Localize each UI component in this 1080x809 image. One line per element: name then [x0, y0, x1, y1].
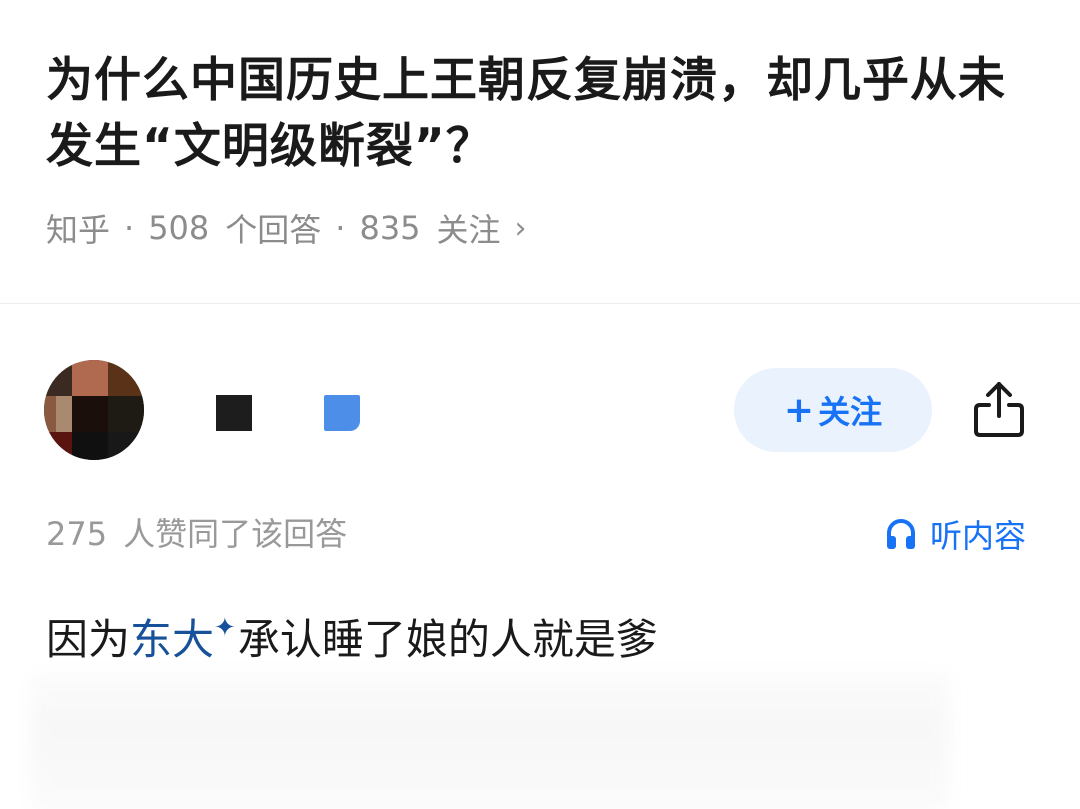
source-label: 知乎: [46, 211, 111, 249]
blurred-content: [30, 672, 950, 809]
answer-text: 因为东大✦承认睡了娘的人就是爹: [46, 598, 658, 664]
meta-separator: ·: [335, 209, 346, 247]
question-meta[interactable]: 知乎 · 508 个回答 · 835 关注 ›: [46, 206, 527, 250]
author-avatar[interactable]: [44, 360, 144, 460]
follow-count-unit: 关注: [436, 211, 501, 249]
listen-button[interactable]: 听内容: [884, 512, 1026, 556]
badge-icon: [324, 395, 360, 431]
chevron-right-icon: ›: [514, 210, 527, 246]
question-title[interactable]: 为什么中国历史上王朝反复崩溃，却几乎从未发生“文明级断裂”？: [46, 48, 1036, 180]
meta-separator: ·: [124, 209, 135, 247]
avatar-pixel: [72, 432, 108, 460]
answer-count-unit: 个回答: [225, 211, 322, 249]
plus-icon: +: [783, 389, 815, 431]
upvote-count: 275: [46, 515, 108, 553]
redacted-block: [216, 395, 252, 431]
answer-count: 508: [148, 209, 210, 247]
avatar-pixel: [108, 432, 144, 460]
headphones-icon: [887, 519, 915, 549]
avatar-pixel: [72, 360, 108, 396]
sparkle-icon: ✦: [214, 613, 236, 643]
author-name-redacted[interactable]: [185, 392, 415, 436]
avatar-pixel: [72, 396, 108, 432]
answer-page: 为什么中国历史上王朝反复崩溃，却几乎从未发生“文明级断裂”？ 知乎 · 508 …: [0, 0, 1080, 809]
upvote-text: 人赞同了该回答: [123, 515, 348, 553]
follow-count: 835: [359, 209, 421, 247]
follow-button-label: 关注: [818, 393, 883, 431]
avatar-pixel: [108, 360, 144, 396]
answer-text-before: 因为: [46, 615, 131, 664]
share-icon[interactable]: [970, 378, 1028, 440]
follow-button[interactable]: + 关注: [734, 368, 932, 452]
answer-text-after: 承认睡了娘的人就是爹: [237, 615, 658, 664]
section-divider: [0, 303, 1080, 304]
upvote-summary: 275 人赞同了该回答: [46, 512, 347, 556]
listen-button-label: 听内容: [930, 517, 1027, 555]
avatar-pixel: [108, 396, 144, 432]
keyword-link[interactable]: 东大: [130, 615, 214, 664]
